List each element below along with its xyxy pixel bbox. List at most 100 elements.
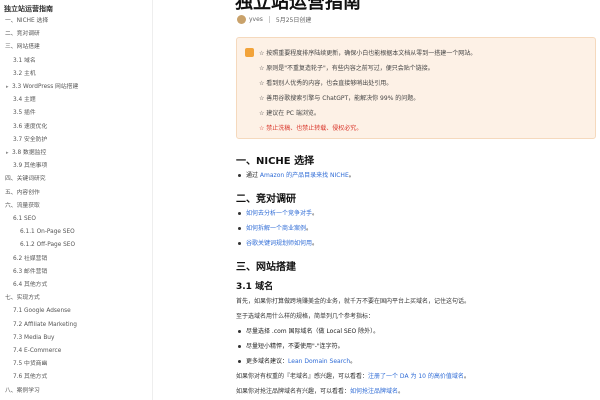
toc-item-label: 6.2 社媒营销	[13, 255, 48, 262]
toc-item-label: 7.1 Google Adsense	[13, 308, 71, 315]
lightbulb-icon	[245, 48, 254, 57]
toc-item[interactable]: 六、流量获取	[5, 202, 40, 210]
avatar[interactable]	[237, 15, 246, 24]
toc-item[interactable]: 3.7 安全防护	[13, 136, 47, 144]
list-item-text: 通过	[246, 172, 260, 179]
bullet-dot	[238, 226, 241, 230]
toc-item-label: 7.5 中货商幽	[13, 361, 48, 368]
toc-item[interactable]: 7.1 Google Adsense	[13, 307, 71, 315]
bullet-dot	[238, 241, 241, 245]
bullet-dot	[238, 211, 241, 215]
toc-item[interactable]: 6.2 社媒营销	[13, 255, 47, 263]
section-heading-site-building: 三、网站搭建	[236, 262, 296, 273]
notice-line: ☆ 看到别人优秀的内容，也会直接够哨出处引用。	[259, 80, 393, 87]
toc-item[interactable]: 二、竞对调研	[5, 30, 40, 38]
toc-item[interactable]: 四、关键词研究	[5, 175, 46, 183]
toc-item[interactable]: 7.4 E-Commerce	[13, 347, 61, 355]
toc-item-label: 四、关键词研究	[5, 176, 46, 183]
section-heading-competitor: 二、竞对调研	[236, 194, 296, 205]
toc-item[interactable]: 五、内容创作	[5, 189, 40, 197]
link[interactable]: 注册了一个 DA 为 10 的高价值域名	[368, 373, 464, 380]
toc-item[interactable]: 七、实现方式	[5, 294, 40, 302]
paragraph-text: 。	[463, 373, 470, 380]
toc-item[interactable]: 3.9 其他事项	[13, 162, 47, 170]
toc-item-label: 3.7 安全防护	[13, 136, 48, 143]
toc-item[interactable]: 6.4 其他方式	[13, 281, 47, 289]
list-item-text: 。	[312, 240, 319, 247]
toc-item-label: 6.4 其他方式	[13, 282, 48, 288]
toc-item-label: 三、网站搭建	[5, 44, 40, 51]
author-name[interactable]: yves	[249, 16, 263, 23]
notice-line: ☆ 建议在 PC 端浏览。	[259, 110, 320, 117]
toc-item-label: 3.8 数据监控	[12, 150, 47, 156]
toc-item-label: 七、实现方式	[5, 295, 40, 302]
list-item-text: 尽量短小精悍，不要使用"-"连字符。	[246, 343, 344, 350]
notice-callout: ☆ 按照重要程度排序陆续更新，确保小白也能根据本文档从零到一搭建一个网站。 ☆ …	[236, 37, 596, 139]
bullet-dot	[238, 359, 241, 363]
toc-item-label: 3.2 主机	[13, 70, 36, 77]
link[interactable]: 谷歌关键词规划师如何用	[246, 240, 312, 247]
bullet-dot	[238, 329, 241, 333]
toc-item[interactable]: 7.5 中货商幽	[13, 360, 47, 368]
link[interactable]: 如何抢注品牌域名	[350, 388, 398, 395]
paragraph-text: 如果你对有权重的『老域名』感兴趣，可以看看：	[236, 373, 369, 380]
toc-item[interactable]: 八、案例学习	[5, 387, 40, 395]
toc-item[interactable]: 7.6 其他方式	[13, 373, 47, 381]
toc-item-label: 7.2 Affiliate Marketing	[13, 321, 77, 328]
toc-item[interactable]: 6.3 邮件营销	[13, 268, 47, 276]
paragraph: 如果你对抢注品牌域名有兴趣，可以看看：如何抢注品牌域名。	[236, 386, 404, 395]
toc-item-label: 一、NICHE 选择	[5, 18, 49, 24]
toc-item-label: 八、案例学习	[5, 387, 40, 394]
page-title: 独立站运营指南	[235, 0, 361, 13]
list-item-text: 。	[350, 358, 357, 365]
toc-item[interactable]: 3.5 插件	[13, 109, 36, 117]
toc-item-label: 7.4 E-Commerce	[13, 348, 62, 354]
toc-item-label: 6.1.1 On-Page SEO	[20, 229, 75, 236]
toc-item-label: 二、竞对调研	[5, 31, 40, 38]
toc-item[interactable]: 7.3 Media Buy	[13, 334, 54, 342]
toc-item[interactable]: 一、NICHE 选择	[5, 17, 48, 25]
paragraph-text: 如果你对抢注品牌域名有兴趣，可以看看：	[236, 388, 351, 395]
toc-item[interactable]: 6.1 SEO	[13, 215, 36, 223]
toc-item-label: 3.5 插件	[13, 110, 36, 117]
list-item-text: 更多域名建议：	[246, 358, 289, 365]
list-item-text: 尽量选择 .com 国际域名（做 Local SEO 除外）。	[246, 328, 380, 335]
toc-item[interactable]: 3.2 主机	[13, 70, 36, 78]
toc-item[interactable]: 3.6 速度优化	[13, 123, 47, 131]
toc-item[interactable]: ▸ 3.3 WordPress 网站搭建	[6, 83, 78, 91]
toc-item[interactable]: 3.4 主题	[13, 96, 36, 104]
notice-line: ☆ 按照重要程度排序陆续更新，确保小白也能根据本文档从零到一搭建一个网站。	[259, 50, 477, 57]
toc-item[interactable]: 3.1 域名	[13, 57, 36, 65]
toc-item-label: 6.1.2 Off-Page SEO	[20, 242, 76, 249]
paragraph-text: 。	[398, 388, 405, 395]
list-item: 通过 Amazon 的产品目录来找 NICHE。	[236, 170, 355, 179]
section-heading-niche: 一、NICHE 选择	[236, 156, 315, 167]
divider	[268, 16, 270, 23]
toc-item[interactable]: 三、网站搭建	[5, 43, 40, 51]
link[interactable]: 如何拆解一个商业案例	[246, 225, 306, 232]
toc-title[interactable]: 独立站运营指南	[4, 4, 53, 14]
author-row: yves 5月25日创建	[237, 15, 311, 27]
toc-item-label: 6.1 SEO	[13, 216, 36, 222]
toc-item-label: 五、内容创作	[5, 189, 40, 196]
toc-item-label: 7.3 Media Buy	[13, 334, 55, 341]
toc-item-label: 3.4 主题	[13, 97, 36, 104]
toc-item[interactable]: 6.1.1 On-Page SEO	[20, 228, 75, 236]
toc-item-label: 3.1 域名	[13, 57, 36, 64]
toc-item[interactable]: 6.1.2 Off-Page SEO	[20, 241, 75, 249]
list-item: 谷歌关键词规划师如何用。	[236, 238, 318, 247]
list-item: 尽量选择 .com 国际域名（做 Local SEO 除外）。	[236, 326, 379, 335]
list-item-text: 。	[312, 210, 319, 217]
toc-item-label: 6.3 邮件营销	[13, 268, 48, 275]
toc-sidebar: 独立站运营指南 一、NICHE 选择 二、竞对调研 三、网站搭建 3.1 域名 3.2 …	[0, 0, 153, 400]
toc-item-label: 3.9 其他事项	[13, 163, 48, 170]
link[interactable]: 如何去分析一个竞争对手	[246, 210, 312, 217]
toc-item[interactable]: ▸ 3.8 数据监控	[6, 149, 46, 157]
bullet-dot	[238, 173, 241, 177]
link[interactable]: Amazon 的产品目录来找 NICHE	[260, 172, 349, 179]
notice-line: ☆ 善用谷歌搜索引擎与 ChatGPT，能解决你 99% 的问题。	[259, 95, 420, 102]
notice-line: ☆ 原则是"不重复造轮子"，有些内容之前写过，便只会贴个链接。	[259, 65, 434, 72]
link[interactable]: Lean Domain Search	[288, 358, 350, 365]
toc-item[interactable]: 7.2 Affiliate Marketing	[13, 321, 77, 329]
list-item-text: 。	[348, 172, 355, 179]
